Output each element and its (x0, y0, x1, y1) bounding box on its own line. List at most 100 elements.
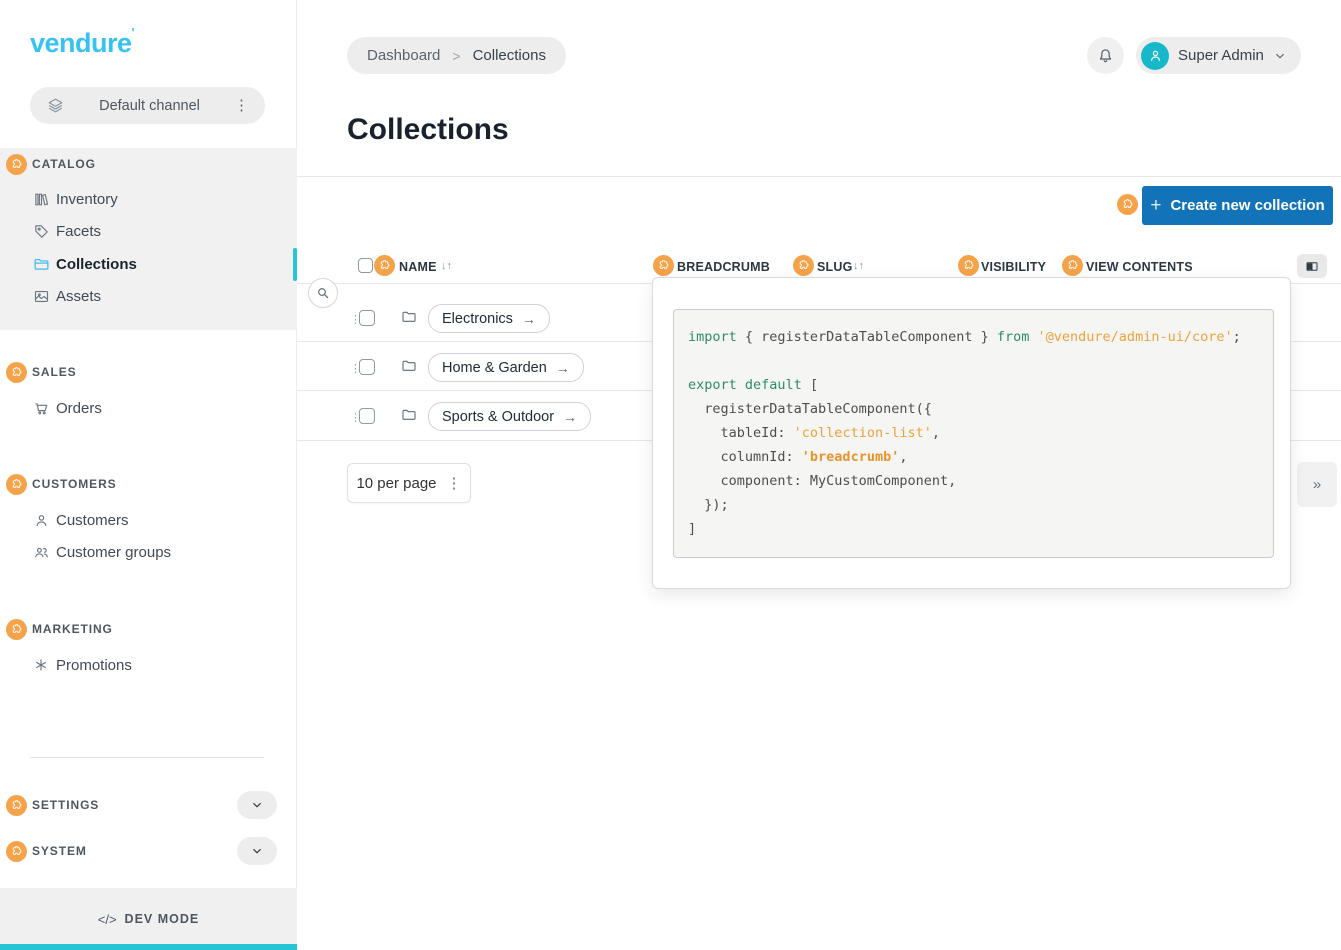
column-header-breadcrumb[interactable]: BREADCRUMB (677, 260, 770, 274)
tag-icon (33, 223, 50, 240)
inventory-icon (33, 191, 50, 208)
breadcrumb-separator: > (452, 48, 460, 64)
extension-badge-icon (374, 255, 395, 276)
extension-badge-icon (6, 362, 27, 383)
column-header-name[interactable]: NAME (399, 260, 437, 274)
folder-icon (401, 309, 417, 325)
chevron-down-icon (250, 844, 264, 858)
channel-selector[interactable]: Default channel ⋮ (30, 87, 265, 124)
extension-badge-icon (958, 255, 979, 276)
sort-icon[interactable]: ↓↑ (853, 260, 864, 272)
kebab-menu-icon: ⋮ (447, 476, 462, 491)
section-label: SETTINGS (32, 798, 99, 812)
chevron-down-icon (250, 798, 264, 812)
per-page-label: 10 per page (356, 475, 436, 492)
next-page-button[interactable]: » (1297, 462, 1337, 507)
arrow-right-icon: → (556, 360, 570, 376)
extension-badge-icon (6, 619, 27, 640)
user-name: Super Admin (1178, 47, 1264, 64)
collection-chip-electronics[interactable]: Electronics → (428, 304, 550, 333)
section-label: SYSTEM (32, 844, 87, 858)
extension-badge-icon (653, 255, 674, 276)
dev-mode-code-popover: import { registerDataTableComponent } fr… (652, 277, 1291, 589)
columns-icon (1304, 259, 1320, 274)
row-checkbox[interactable] (359, 408, 375, 424)
section-settings[interactable]: SETTINGS (6, 794, 99, 816)
chevron-down-icon (1273, 49, 1287, 63)
sidebar-item-collections[interactable]: Collections (33, 253, 137, 275)
column-settings-button[interactable] (1297, 254, 1327, 278)
extension-badge-icon (793, 255, 814, 276)
search-icon (315, 285, 331, 301)
collection-chip-sports-outdoor[interactable]: Sports & Outdoor → (428, 402, 591, 431)
channel-label: Default channel (65, 98, 234, 114)
row-checkbox[interactable] (359, 310, 375, 326)
sidebar-item-label: Assets (56, 288, 101, 305)
arrow-right-icon: → (522, 311, 536, 327)
select-all-checkbox[interactable] (358, 258, 373, 273)
sidebar-item-label: Orders (56, 400, 102, 417)
extension-badge-icon (6, 795, 27, 816)
arrow-right-icon: → (563, 409, 577, 425)
page-title: Collections (347, 113, 509, 147)
folder-icon (401, 407, 417, 423)
avatar (1141, 42, 1169, 70)
section-customers: CUSTOMERS (6, 473, 117, 495)
sidebar-divider (30, 757, 264, 758)
extension-badge-icon (6, 154, 27, 175)
sidebar-item-orders[interactable]: Orders (33, 397, 102, 419)
items-per-page-select[interactable]: 10 per page ⋮ (347, 463, 471, 503)
sidebar-item-inventory[interactable]: Inventory (33, 188, 118, 210)
section-system[interactable]: SYSTEM (6, 840, 87, 862)
sidebar-item-customers[interactable]: Customers (33, 509, 129, 531)
sidebar-item-customer-groups[interactable]: Customer groups (33, 541, 171, 563)
section-marketing: MARKETING (6, 618, 113, 640)
extension-badge-icon (6, 474, 27, 495)
system-expand-button[interactable] (237, 837, 277, 865)
sidebar-item-promotions[interactable]: Promotions (33, 654, 132, 676)
logo-tick: ' (132, 25, 135, 40)
create-new-collection-button[interactable]: + Create new collection (1142, 186, 1333, 225)
extension-badge-icon (1117, 194, 1138, 215)
sidebar-item-label: Customers (56, 512, 129, 529)
channel-menu-icon[interactable]: ⋮ (234, 98, 249, 113)
column-header-visibility[interactable]: VISIBILITY (981, 260, 1046, 274)
search-button[interactable] (308, 278, 338, 308)
notifications-button[interactable] (1087, 37, 1124, 74)
cart-icon (33, 400, 50, 417)
image-icon (33, 288, 50, 305)
row-checkbox[interactable] (359, 359, 375, 375)
sidebar-item-facets[interactable]: Facets (33, 220, 101, 242)
vendure-admin-app: vendure' Default channel ⋮ CATALOG Inven… (0, 0, 1341, 950)
sort-icon[interactable]: ↓↑ (441, 260, 452, 272)
dev-mode-button[interactable]: </> DEV MODE (0, 888, 297, 950)
code-brackets-icon: </> (98, 912, 117, 927)
plus-icon: + (1150, 195, 1161, 217)
sidebar-item-label: Promotions (56, 657, 132, 674)
users-icon (33, 544, 50, 561)
section-catalog: CATALOG (6, 153, 96, 175)
sidebar-item-label: Customer groups (56, 544, 171, 561)
folder-icon (401, 358, 417, 374)
header-divider (297, 176, 1341, 177)
extension-badge-icon (6, 841, 27, 862)
collection-name: Sports & Outdoor (442, 409, 554, 425)
column-header-view-contents[interactable]: VIEW CONTENTS (1086, 260, 1193, 274)
sidebar-bottom-accent (0, 944, 297, 950)
settings-expand-button[interactable] (237, 791, 277, 819)
user-menu[interactable]: Super Admin (1136, 37, 1301, 74)
column-header-slug[interactable]: SLUG (817, 260, 853, 274)
collection-chip-home-garden[interactable]: Home & Garden → (428, 353, 584, 382)
asterisk-icon (33, 657, 50, 674)
section-label: SALES (32, 365, 77, 379)
breadcrumb-dashboard-link[interactable]: Dashboard (367, 47, 440, 64)
sidebar-item-label: Collections (56, 256, 137, 273)
dev-mode-label: DEV MODE (125, 912, 200, 926)
sidebar: vendure' Default channel ⋮ CATALOG Inven… (0, 0, 297, 950)
section-sales: SALES (6, 361, 77, 383)
vendure-logo[interactable]: vendure' (30, 28, 134, 59)
sidebar-footer: </> DEV MODE (0, 888, 297, 950)
breadcrumb-current: Collections (473, 47, 546, 64)
sidebar-item-assets[interactable]: Assets (33, 285, 101, 307)
code-block: import { registerDataTableComponent } fr… (673, 309, 1274, 558)
